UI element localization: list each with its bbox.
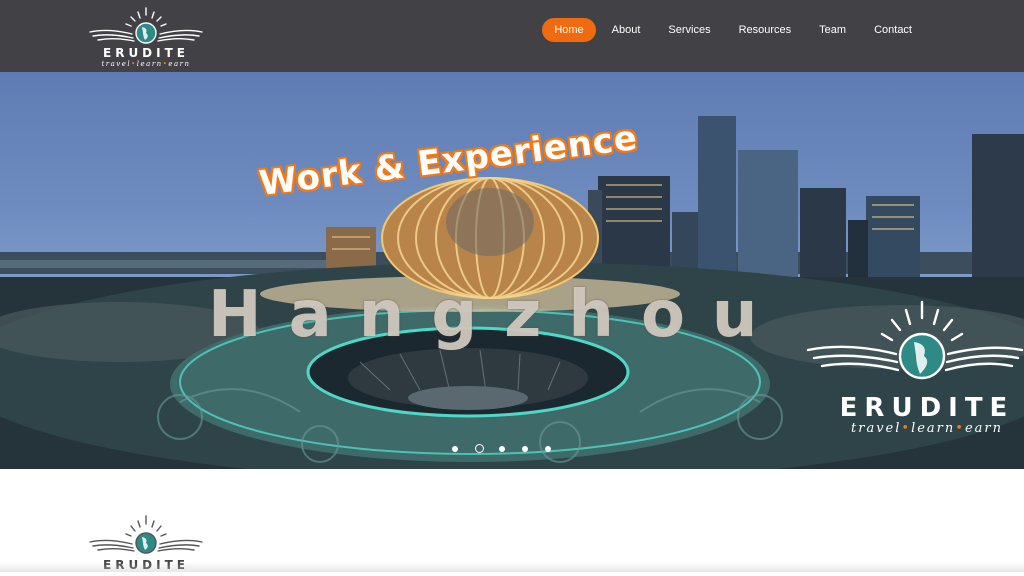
hero-logo-emblem-icon: [806, 300, 1024, 380]
nav-home[interactable]: Home: [542, 18, 596, 42]
slider-dot-3[interactable]: [499, 445, 505, 452]
hero-logo-tagline: travel•learn•earn: [830, 422, 1024, 436]
nav-contact[interactable]: Contact: [862, 18, 924, 42]
logo-emblem-icon: [89, 7, 203, 44]
site-logo[interactable]: ERUDITE travel•learn•earn: [88, 6, 204, 68]
tagline-separator: •: [955, 421, 965, 436]
hero-city-name: Hangzhou: [208, 278, 785, 352]
tagline-travel: travel: [101, 60, 132, 68]
tagline-earn: earn: [964, 421, 1003, 436]
tagline-learn: learn: [136, 60, 163, 68]
slider-dot-4[interactable]: [522, 445, 528, 452]
nav-team[interactable]: Team: [807, 18, 858, 42]
hero-slider: Work & Experience Hangzhou ERUDITE trave…: [0, 72, 1024, 469]
nav-about[interactable]: About: [600, 18, 653, 42]
slider-dot-5[interactable]: [545, 445, 551, 452]
tagline-learn: learn: [911, 421, 956, 436]
nav-resources[interactable]: Resources: [727, 18, 804, 42]
tagline-earn: earn: [168, 60, 191, 68]
hero-logo-brand-text: ERUDITE: [839, 393, 1015, 423]
hero-logo: ERUDITE travel•learn•earn: [800, 298, 1024, 448]
tagline-travel: travel: [851, 421, 902, 436]
slider-dot-1[interactable]: [452, 445, 458, 452]
nav-services[interactable]: Services: [656, 18, 722, 42]
main-nav: Home About Services Resources Team Conta…: [538, 18, 924, 42]
slider-pagination: [452, 444, 568, 453]
page-fold-shadow: [0, 562, 1024, 572]
tagline-separator: •: [901, 421, 912, 436]
slider-dot-2[interactable]: [475, 444, 484, 453]
section-logo-emblem-icon: [89, 515, 203, 554]
site-header: ERUDITE travel•learn•earn Home About Ser…: [0, 0, 1024, 72]
logo-brand-text: ERUDITE: [103, 46, 189, 60]
logo-tagline: travel•learn•earn: [88, 60, 204, 68]
